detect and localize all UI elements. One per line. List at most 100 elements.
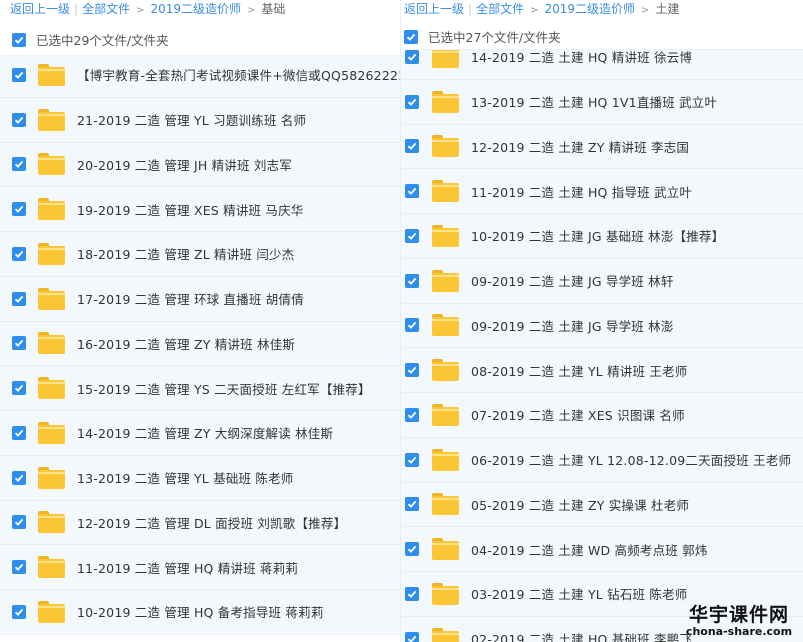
row-checkbox[interactable] [12,157,26,172]
folder-icon [432,627,459,642]
folder-row[interactable]: 12-2019 二造 管理 DL 面授班 刘凯歌【推荐】 [0,500,400,546]
row-checkbox[interactable] [405,631,419,642]
folder-row[interactable]: 13-2019 二造 土建 HQ 1V1直播班 武立叶 [401,79,803,125]
folder-icon [432,224,459,247]
row-checkbox[interactable] [405,184,419,199]
row-checkbox[interactable] [12,560,26,575]
row-checkbox[interactable] [12,67,26,82]
folder-row[interactable]: 06-2019 二造 土建 YL 12.08-12.09二天面授班 王老师 [401,437,803,483]
file-list: 14-2019 二造 土建 HQ 精讲班 徐云博 13-2019 二造 土建 HQ… [401,35,803,642]
breadcrumb-current: 土建 [655,2,680,16]
back-link[interactable]: 返回上一级 [404,2,464,16]
row-checkbox[interactable] [405,497,419,512]
folder-name[interactable]: 18-2019 二造 管理 ZL 精讲班 闫少杰 [77,244,294,263]
breadcrumb-parent-link[interactable]: 2019二级造价师 [544,2,635,16]
row-checkbox[interactable] [12,381,26,396]
folder-icon [432,448,459,471]
folder-name[interactable]: 05-2019 二造 土建 ZY 实操课 杜老师 [471,495,689,514]
folder-name[interactable]: 03-2019 二造 土建 YL 钻石班 陈老师 [471,584,688,603]
folder-row[interactable]: 11-2019 二造 土建 HQ 指导班 武立叶 [401,169,803,214]
folder-row[interactable]: 05-2019 二造 土建 ZY 实操课 杜老师 [401,482,803,528]
row-checkbox[interactable] [405,139,419,154]
folder-row[interactable]: 21-2019 二造 管理 YL 习题训练班 名师 [0,97,400,143]
folder-icon [38,198,65,221]
folder-row[interactable]: 15-2019 二造 管理 YS 二天面授班 左红军【推荐】 [0,366,400,411]
folder-name[interactable]: 20-2019 二造 管理 JH 精讲班 刘志军 [77,155,292,174]
row-checkbox[interactable] [405,318,419,333]
folder-name[interactable]: 14-2019 二造 土建 HQ 精讲班 徐云博 [471,47,692,66]
row-checkbox[interactable] [12,515,26,530]
folder-name[interactable]: 11-2019 二造 土建 HQ 指导班 武立叶 [471,182,692,201]
folder-row[interactable]: 12-2019 二造 土建 ZY 精讲班 李志国 [401,124,803,170]
row-checkbox[interactable] [405,542,419,557]
folder-row[interactable]: 17-2019 二造 管理 环球 直播班 胡倩倩 [0,276,400,322]
file-list: 【博宇教育-全套热门考试视频课件+微信或QQ582622214】 21-2019 … [0,53,400,642]
chevron-right-icon: > [641,5,650,16]
row-checkbox[interactable] [12,112,26,127]
folder-name[interactable]: 10-2019 二造 管理 HQ 备考指导班 蒋莉莉 [77,602,324,621]
selection-bar: 已选中27个文件/文件夹 [401,24,803,50]
folder-icon [38,466,65,489]
folder-name[interactable]: 17-2019 二造 管理 环球 直播班 胡倩倩 [77,289,304,308]
row-checkbox[interactable] [12,291,26,306]
folder-icon [38,556,65,579]
folder-name[interactable]: 21-2019 二造 管理 YL 习题训练班 名师 [77,110,306,129]
all-files-link[interactable]: 全部文件 [476,2,524,16]
folder-name[interactable]: 11-2019 二造 管理 HQ 精讲班 蒋莉莉 [77,558,298,577]
folder-icon [432,403,459,426]
folder-name[interactable]: 06-2019 二造 土建 YL 12.08-12.09二天面授班 王老师 [471,450,791,469]
row-checkbox[interactable] [405,228,419,243]
row-checkbox[interactable] [405,407,419,422]
back-link[interactable]: 返回上一级 [10,2,70,16]
folder-name[interactable]: 【博宇教育-全套热门考试视频课件+微信或QQ582622214】 [77,65,400,84]
folder-name[interactable]: 09-2019 二造 土建 JG 导学班 林澎 [471,316,674,335]
row-checkbox[interactable] [405,273,419,288]
folder-row[interactable]: 18-2019 二造 管理 ZL 精讲班 闫少杰 [0,232,400,277]
folder-row[interactable]: 【博宇教育-全套热门考试视频课件+微信或QQ582622214】 [0,53,400,98]
folder-name[interactable]: 19-2019 二造 管理 XES 精讲班 马庆华 [77,200,304,219]
row-checkbox[interactable] [12,470,26,485]
folder-row[interactable]: 10-2019 二造 管理 HQ 备考指导班 蒋莉莉 [0,590,400,635]
row-checkbox[interactable] [12,202,26,217]
folder-row[interactable]: 11-2019 二造 管理 HQ 精讲班 蒋莉莉 [0,545,400,590]
folder-icon [432,135,459,158]
folder-row[interactable]: 10-2019 二造 土建 JG 基础班 林澎【推荐】 [401,214,803,259]
row-checkbox[interactable] [405,49,419,64]
select-all-checkbox[interactable] [12,32,26,47]
select-all-checkbox[interactable] [404,29,418,44]
folder-row[interactable]: 09-2019 二造 土建 JG 导学班 林轩 [401,258,803,304]
row-checkbox[interactable] [405,452,419,467]
folder-name[interactable]: 14-2019 二造 管理 ZY 大纲深度解读 林佳斯 [77,423,333,442]
folder-row[interactable]: 07-2019 二造 土建 XES 识图课 名师 [401,393,803,438]
folder-name[interactable]: 08-2019 二造 土建 YL 精讲班 王老师 [471,361,688,380]
row-checkbox[interactable] [12,604,26,619]
all-files-link[interactable]: 全部文件 [82,2,130,16]
folder-name[interactable]: 04-2019 二造 土建 WD 高频考点班 郭炜 [471,540,708,559]
folder-row[interactable]: 20-2019 二造 管理 JH 精讲班 刘志军 [0,142,400,188]
folder-row[interactable]: 16-2019 二造 管理 ZY 精讲班 林佳斯 [0,321,400,367]
watermark-url: chona-share.com [685,625,793,638]
breadcrumb-parent-link[interactable]: 2019二级造价师 [150,2,241,16]
folder-row[interactable]: 14-2019 二造 管理 ZY 大纲深度解读 林佳斯 [0,411,400,456]
folder-name[interactable]: 15-2019 二造 管理 YS 二天面授班 左红军【推荐】 [77,379,371,398]
folder-name[interactable]: 10-2019 二造 土建 JG 基础班 林澎【推荐】 [471,226,724,245]
folder-row[interactable]: 08-2019 二造 土建 YL 精讲班 王老师 [401,348,803,393]
row-checkbox[interactable] [405,586,419,601]
row-checkbox[interactable] [12,336,26,351]
folder-name[interactable]: 12-2019 二造 管理 DL 面授班 刘凯歌【推荐】 [77,513,346,532]
folder-name[interactable]: 09-2019 二造 土建 JG 导学班 林轩 [471,271,674,290]
folder-name[interactable]: 13-2019 二造 土建 HQ 1V1直播班 武立叶 [471,92,717,111]
folder-row[interactable]: 19-2019 二造 管理 XES 精讲班 马庆华 [0,187,400,232]
row-checkbox[interactable] [405,363,419,378]
folder-row[interactable]: 13-2019 二造 管理 YL 基础班 陈老师 [0,455,400,501]
row-checkbox[interactable] [12,246,26,261]
folder-name[interactable]: 16-2019 二造 管理 ZY 精讲班 林佳斯 [77,334,295,353]
folder-name[interactable]: 13-2019 二造 管理 YL 基础班 陈老师 [77,468,294,487]
row-checkbox[interactable] [405,94,419,109]
folder-name[interactable]: 07-2019 二造 土建 XES 识图课 名师 [471,405,685,424]
folder-row[interactable]: 09-2019 二造 土建 JG 导学班 林澎 [401,303,803,349]
folder-name[interactable]: 12-2019 二造 土建 ZY 精讲班 李志国 [471,137,689,156]
row-checkbox[interactable] [12,425,26,440]
folder-row[interactable]: 04-2019 二造 土建 WD 高频考点班 郭炜 [401,527,803,572]
folder-name[interactable]: 02-2019 二造 土建 HQ 基础班 李鹏飞 [471,629,692,642]
